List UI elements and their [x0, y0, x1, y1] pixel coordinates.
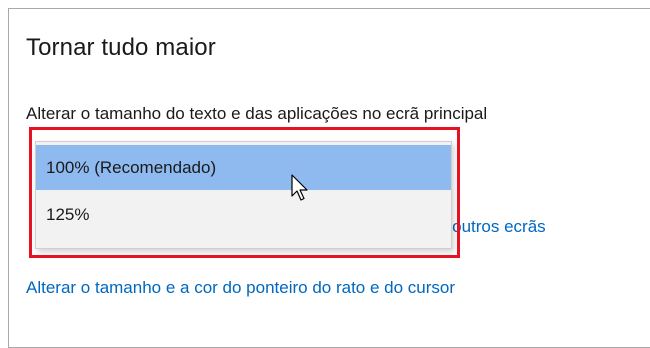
mouse-pointer-icon — [291, 174, 308, 201]
scale-description-label: Alterar o tamanho do texto e das aplicaç… — [26, 104, 488, 123]
scale-option-100[interactable]: 100% (Recomendado) — [36, 145, 451, 190]
pointer-size-link[interactable]: Alterar o tamanho e a cor do ponteiro do… — [26, 278, 455, 298]
scale-dropdown-list: 100% (Recomendado) 125% — [35, 141, 452, 249]
scale-option-125[interactable]: 125% — [36, 192, 451, 237]
section-title: Tornar tudo maior — [26, 34, 216, 61]
